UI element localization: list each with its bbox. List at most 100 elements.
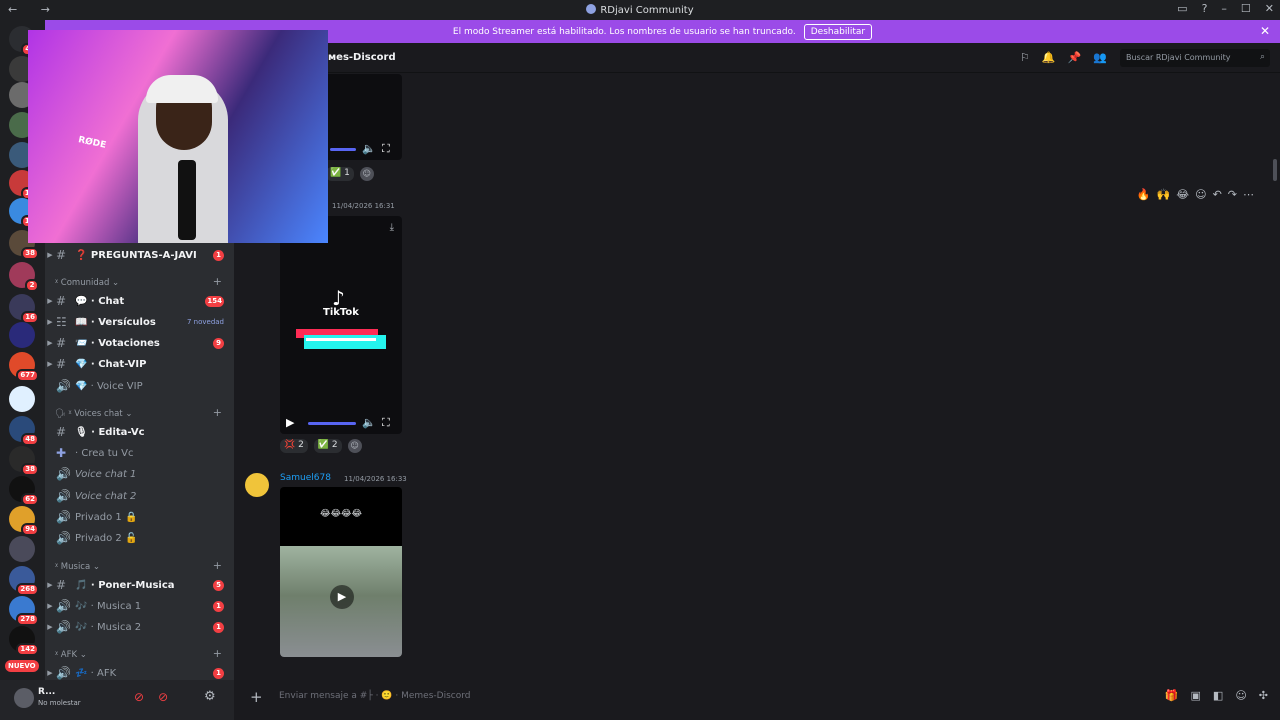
channel-chat[interactable]: ▶ # 💬 · Chat 154 <box>45 291 234 311</box>
avatar[interactable] <box>14 688 34 708</box>
server-badge: 677 <box>16 369 39 382</box>
channel-poner-musica[interactable]: ▶ # 🎵 · Poner-Musica 5 <box>45 575 234 595</box>
volume-icon[interactable]: 🔈 <box>362 142 376 155</box>
server-icon[interactable]: 94 <box>9 506 39 536</box>
progress-bar[interactable] <box>330 148 356 151</box>
avatar[interactable] <box>245 473 269 497</box>
channel-label: 📖 · Versículos <box>75 316 156 328</box>
server-icon[interactable]: 268 <box>9 566 39 596</box>
add-channel-icon[interactable]: + <box>213 559 222 572</box>
speaker-icon: 🔊 <box>56 620 71 634</box>
channel-voice-chat-2[interactable]: 🔊 Voice chat 2 <box>45 486 234 506</box>
mic-brand-logo: RØDE <box>77 135 107 151</box>
channel-edita-vc[interactable]: # 🎙 · Edita-Vc <box>45 422 234 442</box>
server-icon[interactable]: 38 <box>9 446 39 476</box>
minimize-button[interactable]: – <box>1221 2 1227 15</box>
channel-crea-tu-vc[interactable]: ✚ · Crea tu Vc <box>45 443 234 463</box>
headphones-muted-icon[interactable]: ⊘ <box>158 690 168 704</box>
pin-icon[interactable]: 📌 <box>1068 51 1082 64</box>
server-icon[interactable] <box>9 536 35 562</box>
channel-voice-vip[interactable]: 🔊 💎 · Voice VIP <box>45 376 234 396</box>
reply-icon[interactable]: ↶ <box>1213 188 1222 201</box>
progress-bar[interactable] <box>308 422 356 425</box>
download-icon[interactable]: ⤓ <box>390 222 394 233</box>
mic-muted-icon[interactable]: ⊘ <box>134 690 144 704</box>
server-icon[interactable]: 2 <box>9 262 39 292</box>
category-voices-chat[interactable]: 🗣 ᵡ Voices chat ⌄ <box>55 409 132 419</box>
maximize-button[interactable]: ☐ <box>1241 2 1251 15</box>
server-icon[interactable]: 142 <box>9 626 39 656</box>
volume-icon[interactable]: 🔈 <box>362 416 376 429</box>
play-icon[interactable]: ▶ <box>286 416 294 429</box>
reaction-chip[interactable]: 💢 2 <box>280 439 308 453</box>
speaker-icon: 🔊 <box>56 379 71 393</box>
sticker-icon[interactable]: ◧ <box>1213 689 1223 702</box>
search-input[interactable]: Buscar RDjavi Community ⌕ <box>1120 49 1270 67</box>
gift-icon[interactable]: 🎁 <box>1165 689 1179 702</box>
channel-versiculos[interactable]: ▶ ☷ 📖 · Versículos 7 novedad <box>45 312 234 332</box>
video-attachment[interactable]: 😂😂😂😂 ▶ <box>280 487 402 657</box>
add-channel-icon[interactable]: + <box>213 406 222 419</box>
channel-privado-1[interactable]: 🔊 Privado 1 🔒 <box>45 507 234 527</box>
channel-votaciones[interactable]: ▶ # 📨 · Votaciones 9 <box>45 333 234 353</box>
window-title-wrap: RDjavi Community <box>0 4 1280 16</box>
message-author[interactable]: Samuel678 <box>280 473 331 483</box>
channel-preguntas-a-javi[interactable]: ▶ # ❓ PREGUNTAS-A-JAVI 1 <box>45 245 234 265</box>
laugh-reaction[interactable]: 😂 <box>1176 188 1189 201</box>
server-icon[interactable] <box>9 386 35 412</box>
fullscreen-icon[interactable]: ⛶ <box>382 416 390 430</box>
video-attachment[interactable]: ⤓ ♪ TikTok ▶ 🔈 ⛶ <box>280 216 402 434</box>
channel-label: 💎 · Chat-VIP <box>75 358 147 370</box>
fullscreen-icon[interactable]: ⛶ <box>382 142 390 156</box>
channel-chat-vip[interactable]: ▶ # 💎 · Chat-VIP <box>45 354 234 374</box>
channel-voice-chat-1[interactable]: 🔊 Voice chat 1 <box>45 464 234 484</box>
inbox-icon[interactable]: ▭ <box>1177 2 1187 15</box>
server-icon[interactable]: 48 <box>9 416 39 446</box>
add-reaction-icon[interactable]: ☺ <box>347 439 362 453</box>
category-afk[interactable]: ᵡ AFK ⌄ <box>55 650 87 660</box>
close-icon[interactable]: ✕ <box>1260 24 1270 38</box>
server-icon[interactable]: 278 <box>9 596 39 626</box>
message-input[interactable]: Enviar mensaje a #├ · 🙂 · Memes-Discord <box>279 691 470 701</box>
add-channel-icon[interactable]: + <box>213 647 222 660</box>
window-title: RDjavi Community <box>600 5 694 16</box>
fire-reaction[interactable]: 🔥 <box>1137 188 1151 201</box>
gear-icon[interactable]: ⚙ <box>204 689 216 704</box>
channel-musica-2[interactable]: ▶ 🔊 🎶 · Musica 2 1 <box>45 617 234 637</box>
apps-icon[interactable]: ✣ <box>1259 689 1268 702</box>
server-icon[interactable]: 62 <box>9 476 39 506</box>
forward-icon[interactable]: ↷ <box>1228 188 1237 201</box>
members-icon[interactable]: 👥 <box>1093 51 1107 64</box>
play-icon[interactable]: ▶ <box>330 585 354 609</box>
help-icon[interactable]: ? <box>1202 2 1208 15</box>
channel-label: 💤 · AFK <box>75 667 117 679</box>
reaction-chip[interactable]: ✅ 1 <box>326 167 354 181</box>
add-reaction-icon[interactable]: ☺ <box>359 167 374 181</box>
more-icon[interactable]: ⋯ <box>1243 188 1254 201</box>
scrollbar[interactable] <box>1273 159 1277 181</box>
channel-afk[interactable]: ▶ 🔊 💤 · AFK 1 <box>45 663 234 680</box>
chevron-right-icon: ▶ <box>47 669 53 677</box>
server-icon[interactable]: 16 <box>9 294 39 324</box>
banner-text: El modo Streamer está habilitado. Los no… <box>452 26 796 37</box>
raised-hands-reaction[interactable]: 🙌 <box>1157 188 1171 201</box>
add-channel-icon[interactable]: + <box>213 275 222 288</box>
category-musica[interactable]: ᵡ Musica ⌄ <box>55 562 100 572</box>
server-icon[interactable]: 677 <box>9 352 39 382</box>
gif-icon[interactable]: ▣ <box>1191 689 1201 702</box>
category-comunidad[interactable]: ᵡ Comunidad ⌄ <box>55 278 119 288</box>
disable-streamer-button[interactable]: Deshabilitar <box>803 23 873 40</box>
mention-badge: 1 <box>213 621 224 633</box>
emoji-icon[interactable]: ☺ <box>1235 689 1246 702</box>
bell-icon[interactable]: 🔔 <box>1042 51 1056 64</box>
server-icon[interactable] <box>9 322 35 348</box>
video-caption: 😂😂😂😂 <box>319 509 363 519</box>
channel-musica-1[interactable]: ▶ 🔊 🎶 · Musica 1 1 <box>45 596 234 616</box>
hashtag-icon: # <box>56 294 67 308</box>
add-reaction-icon[interactable]: ☺ <box>1195 188 1206 201</box>
threads-icon[interactable]: ⚐ <box>1020 51 1030 64</box>
add-attachment-icon[interactable]: + <box>250 688 263 706</box>
channel-privado-2[interactable]: 🔊 Privado 2 🔓 <box>45 528 234 548</box>
reaction-chip[interactable]: ✅ 2 <box>313 439 342 453</box>
close-button[interactable]: ✕ <box>1265 2 1274 15</box>
